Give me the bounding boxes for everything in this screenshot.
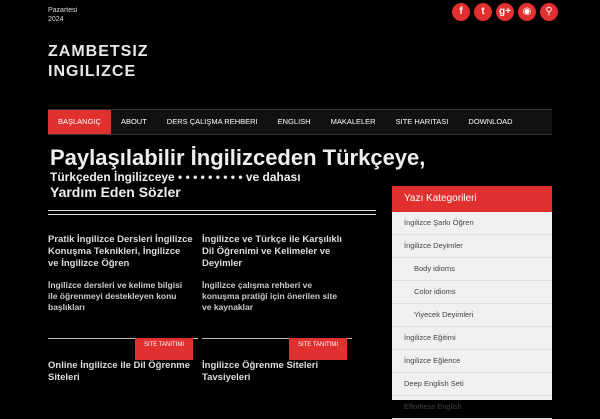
nav-item-english[interactable]: ENGLISH (268, 110, 321, 134)
nav-item-download[interactable]: DOWNLOAD (458, 110, 522, 134)
sidebar-category-link[interactable]: Deep English Seti (392, 373, 552, 396)
top-date-line1: Pazartesi (48, 7, 78, 14)
page-headline[interactable]: Paylaşılabilir İngilizceden Türkçeye, Tü… (50, 145, 426, 201)
main-nav: BAŞLANGIÇ ABOUT DERS ÇALIŞMA REHBERI ENG… (48, 109, 552, 135)
twitter-icon[interactable]: t (474, 3, 492, 21)
logo-line2: INGILIZCE (48, 63, 137, 80)
logo-line1: ZAMBETSIZ (48, 43, 149, 60)
search-icon[interactable]: ⚲ (540, 3, 558, 21)
top-date: Pazartesi 2024 (48, 6, 77, 24)
sidebar-category-link[interactable]: İngilizce Eğitimi (392, 327, 552, 350)
nav-item-makaleler[interactable]: MAKALELER (321, 110, 386, 134)
post-excerpt: İngilizce dersleri ve kelime bilgisi ile… (48, 280, 183, 312)
facebook-icon[interactable]: f (452, 3, 470, 21)
category-badge[interactable]: SITE TANITIMI (135, 338, 193, 360)
sidebar-category-link[interactable]: İngilizce Şarkı Öğren (392, 212, 552, 235)
sidebar-category-link[interactable]: Effortless English (392, 396, 552, 419)
site-logo[interactable]: ZAMBETSIZ INGILIZCE (48, 42, 149, 82)
post-card[interactable]: İngilizce ve Türkçe ile Karşılıklı Dil Ö… (202, 234, 352, 339)
post-title[interactable]: İngilizce ve Türkçe ile Karşılıklı Dil Ö… (202, 234, 347, 270)
google-plus-icon[interactable]: g+ (496, 3, 514, 21)
post-title[interactable]: Online İngilizce ile Dil Öğrenme Siteler… (48, 360, 193, 384)
headline-divider (48, 210, 376, 215)
nav-item-baslangic[interactable]: BAŞLANGIÇ (48, 110, 111, 134)
sidebar-subcategory-link[interactable]: Yiyecek Deyimleri (392, 304, 552, 327)
sidebar-category-link[interactable]: İngilizce Eğlence (392, 350, 552, 373)
sidebar-category-link[interactable]: İngilizce Deyimler (392, 235, 552, 258)
headline-line2: Türkçeden İngilizceye • • • • • • • • • … (50, 170, 301, 184)
rss-icon[interactable]: ◉ (518, 3, 536, 21)
nav-item-about[interactable]: ABOUT (111, 110, 157, 134)
sidebar-title: Yazı Kategorileri (392, 186, 552, 212)
sidebar-subcategory-link[interactable]: Color idioms (392, 281, 552, 304)
nav-item-site-haritasi[interactable]: SITE HARITASI (386, 110, 459, 134)
category-sidebar: Yazı Kategorileri İngilizce Şarkı Öğren … (392, 186, 552, 419)
post-title[interactable]: Pratik İngilizce Dersleri İngilizce Konu… (48, 234, 193, 270)
category-badge[interactable]: SITE TANITIMI (289, 338, 347, 360)
post-title[interactable]: İngilizce Öğrenme Siteleri Tavsiyeleri (202, 360, 347, 384)
headline-line3: Yardım Eden Sözler (50, 184, 181, 200)
post-card[interactable]: Pratik İngilizce Dersleri İngilizce Konu… (48, 234, 198, 339)
sidebar-subcategory-link[interactable]: Body idioms (392, 258, 552, 281)
social-links: f t g+ ◉ ⚲ (452, 3, 558, 21)
headline-line1: Paylaşılabilir İngilizceden Türkçeye, (50, 145, 426, 170)
nav-item-ders-calisma-rehberi[interactable]: DERS ÇALIŞMA REHBERI (157, 110, 268, 134)
post-excerpt: İngilizce çalışma rehberi ve konuşma pra… (202, 280, 338, 312)
top-date-line2: 2024 (48, 16, 64, 23)
